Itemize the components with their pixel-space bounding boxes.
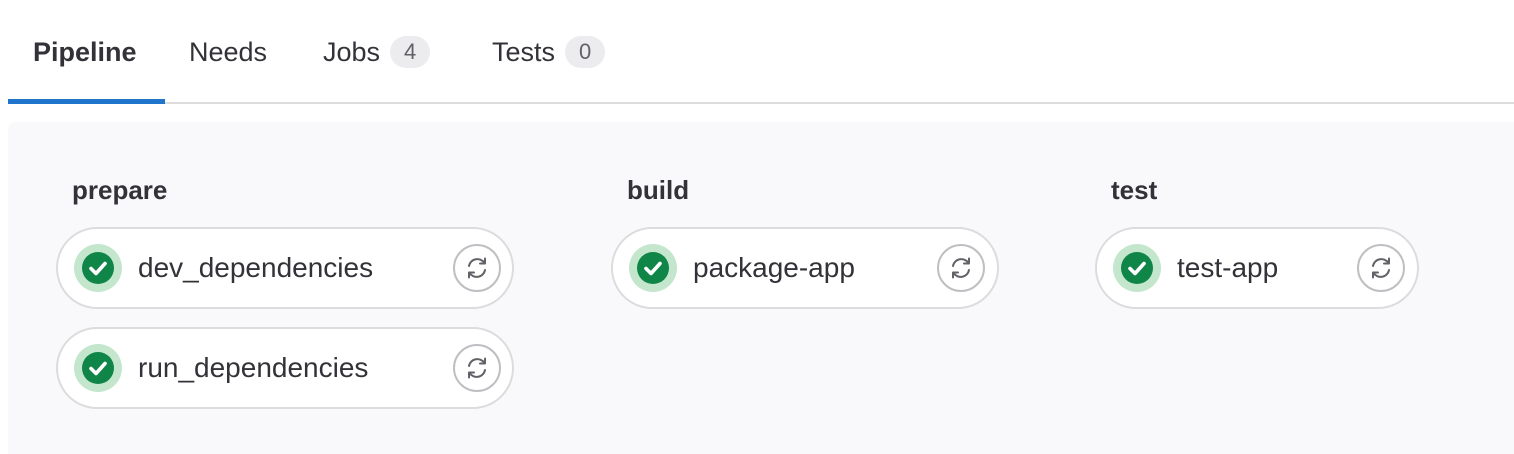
- tab-pipeline-label: Pipeline: [33, 36, 137, 67]
- job-name: dev_dependencies: [138, 252, 374, 283]
- check-circle-icon: [74, 344, 122, 392]
- stage-title-test: test: [1111, 175, 1158, 205]
- check-circle-icon: [629, 244, 677, 292]
- tab-jobs-label: Jobs: [323, 36, 381, 67]
- tab-jobs[interactable]: Jobs 4: [323, 0, 431, 104]
- job-name: package-app: [693, 252, 855, 283]
- check-circle-icon: [1113, 244, 1161, 292]
- tab-needs-label: Needs: [189, 36, 268, 67]
- check-circle-icon: [74, 244, 122, 292]
- tests-count-badge: 0: [565, 36, 606, 68]
- retry-icon: [468, 357, 486, 379]
- job-name: run_dependencies: [138, 352, 369, 383]
- stage-title-build: build: [627, 175, 690, 205]
- stage-title-prepare: prepare: [72, 175, 168, 205]
- job-name: test-app: [1177, 252, 1279, 283]
- jobs-count-badge: 4: [390, 36, 431, 68]
- retry-icon: [952, 257, 970, 279]
- job-test-app[interactable]: test-app: [1095, 227, 1419, 309]
- retry-button[interactable]: [937, 244, 985, 292]
- retry-button[interactable]: [453, 244, 501, 292]
- retry-button[interactable]: [1357, 244, 1405, 292]
- job-run-dependencies[interactable]: run_dependencies: [56, 327, 514, 409]
- tab-needs[interactable]: Needs: [189, 0, 267, 104]
- tab-tests[interactable]: Tests 0: [492, 0, 606, 104]
- retry-icon: [468, 257, 486, 279]
- job-dev-dependencies[interactable]: dev_dependencies: [56, 227, 514, 309]
- active-tab-indicator: [8, 99, 165, 104]
- retry-icon: [1372, 257, 1390, 279]
- tab-tests-label: Tests: [492, 36, 556, 67]
- job-package-app[interactable]: package-app: [611, 227, 999, 309]
- tab-pipeline[interactable]: Pipeline: [33, 0, 137, 104]
- retry-button[interactable]: [453, 344, 501, 392]
